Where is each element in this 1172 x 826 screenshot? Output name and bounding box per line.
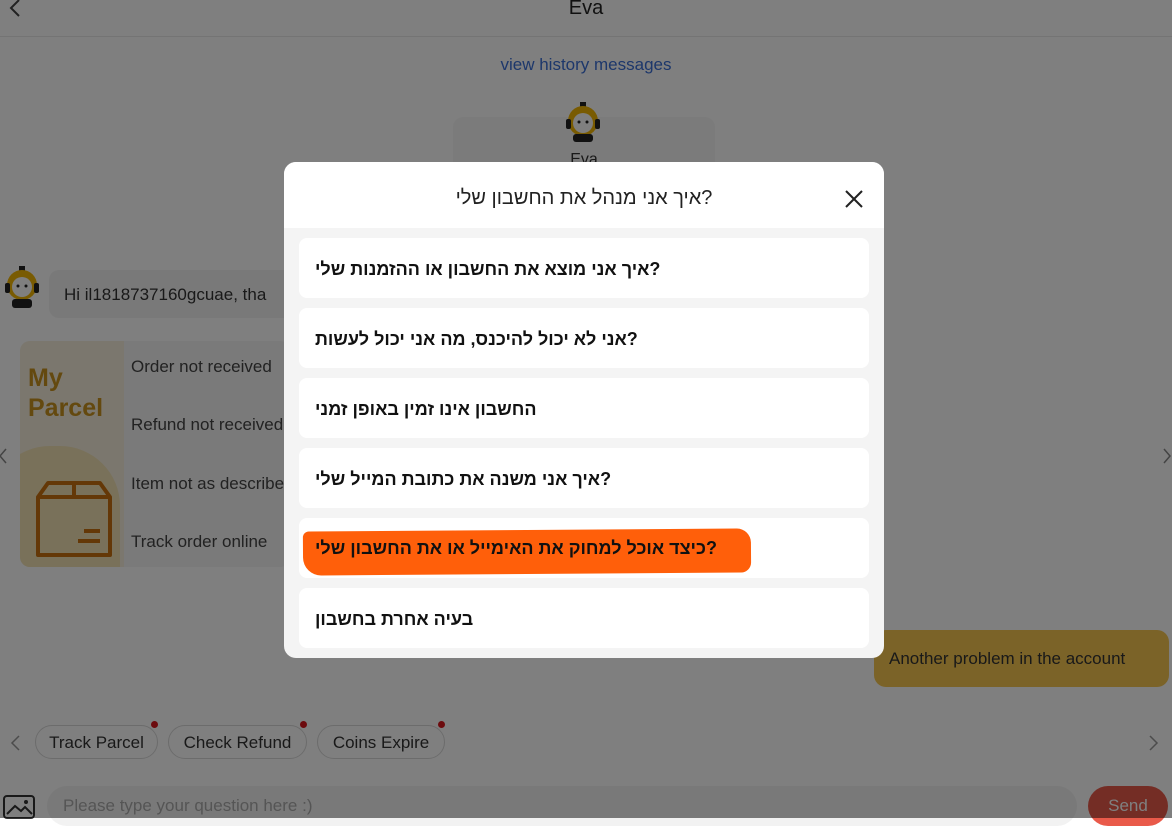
option-label: ?אני לא יכול להיכנס, מה אני יכול לעשות: [315, 329, 638, 349]
account-help-modal: ?איך אני מנהל את החשבון שלי ?איך אני מוצ…: [284, 162, 884, 658]
option-label: ?איך אני מוצא את החשבון או ההזמנות שלי: [315, 259, 661, 279]
option-change-email[interactable]: ?איך אני משנה את כתובת המייל שלי: [299, 448, 869, 508]
option-cannot-login[interactable]: ?אני לא יכול להיכנס, מה אני יכול לעשות: [299, 308, 869, 368]
option-find-account-orders[interactable]: ?איך אני מוצא את החשבון או ההזמנות שלי: [299, 238, 869, 298]
modal-title: ?איך אני מנהל את החשבון שלי: [455, 187, 713, 209]
option-other-account-problem[interactable]: בעיה אחרת בחשבון: [299, 588, 869, 648]
option-label: ?כיצד אוכל למחוק את האימייל או את החשבון…: [315, 538, 717, 558]
modal-header: ?איך אני מנהל את החשבון שלי: [284, 162, 884, 228]
option-label: ?איך אני משנה את כתובת המייל שלי: [315, 469, 612, 489]
option-delete-email-or-account[interactable]: ?כיצד אוכל למחוק את האימייל או את החשבון…: [299, 518, 869, 578]
option-account-unavailable[interactable]: החשבון אינו זמין באופן זמני: [299, 378, 869, 438]
option-label: החשבון אינו זמין באופן זמני: [315, 399, 537, 419]
option-label: בעיה אחרת בחשבון: [315, 609, 474, 629]
close-icon[interactable]: [842, 187, 866, 211]
